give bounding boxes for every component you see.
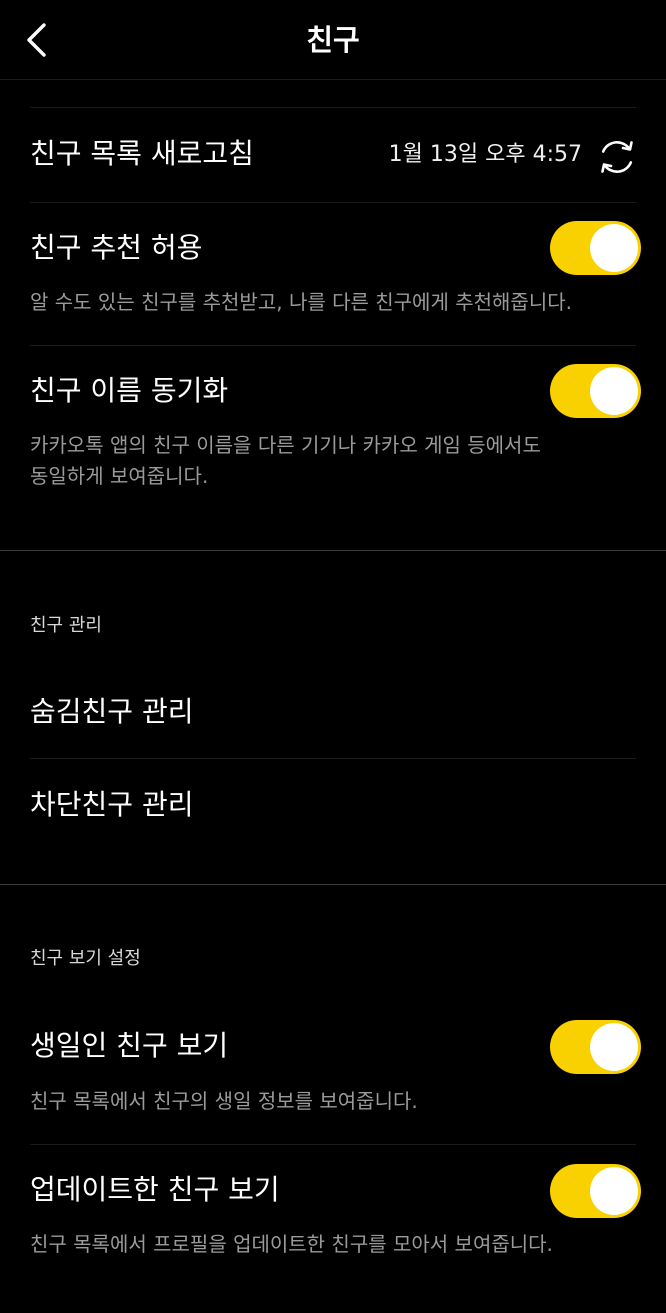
name-sync-toggle[interactable] [550, 364, 641, 418]
blocked-friends-label: 차단친구 관리 [30, 788, 194, 821]
section-label-view: 친구 보기 설정 [30, 948, 141, 969]
name-sync-description-line2: 동일하게 보여줍니다. [30, 464, 209, 488]
toggle-knob [590, 1167, 638, 1215]
divider [30, 1144, 636, 1145]
updated-friends-toggle[interactable] [550, 1164, 641, 1218]
last-refresh-time: 1월 13일 오후 4:57 [388, 142, 582, 167]
section-divider [0, 550, 666, 551]
top-bar: 친구 [0, 0, 666, 80]
updated-friends-description: 친구 목록에서 프로필을 업데이트한 친구를 모아서 보여줍니다. [30, 1232, 553, 1256]
refresh-friend-list-label: 친구 목록 새로고침 [30, 137, 254, 170]
birthday-friends-label: 생일인 친구 보기 [30, 1029, 229, 1062]
page-title: 친구 [306, 23, 360, 57]
hidden-friends-label: 숨김친구 관리 [30, 695, 194, 728]
section-label-manage: 친구 관리 [30, 615, 102, 636]
friend-recommend-label: 친구 추천 허용 [30, 231, 203, 264]
divider [30, 202, 636, 203]
toggle-knob [590, 1023, 638, 1071]
friend-recommend-description: 알 수도 있는 친구를 추천받고, 나를 다른 친구에게 추천해줍니다. [30, 290, 572, 314]
section-divider [0, 884, 666, 885]
birthday-friends-toggle[interactable] [550, 1020, 641, 1074]
toggle-knob [590, 224, 638, 272]
toggle-knob [590, 367, 638, 415]
updated-friends-label: 업데이트한 친구 보기 [30, 1173, 280, 1206]
divider [30, 345, 636, 346]
friend-recommend-toggle[interactable] [550, 221, 641, 275]
name-sync-description-line1: 카카오톡 앱의 친구 이름을 다른 기기나 카카오 게임 등에서도 [30, 433, 541, 457]
birthday-friends-description: 친구 목록에서 친구의 생일 정보를 보여줍니다. [30, 1089, 418, 1113]
refresh-icon[interactable] [596, 136, 638, 178]
name-sync-label: 친구 이름 동기화 [30, 374, 229, 407]
